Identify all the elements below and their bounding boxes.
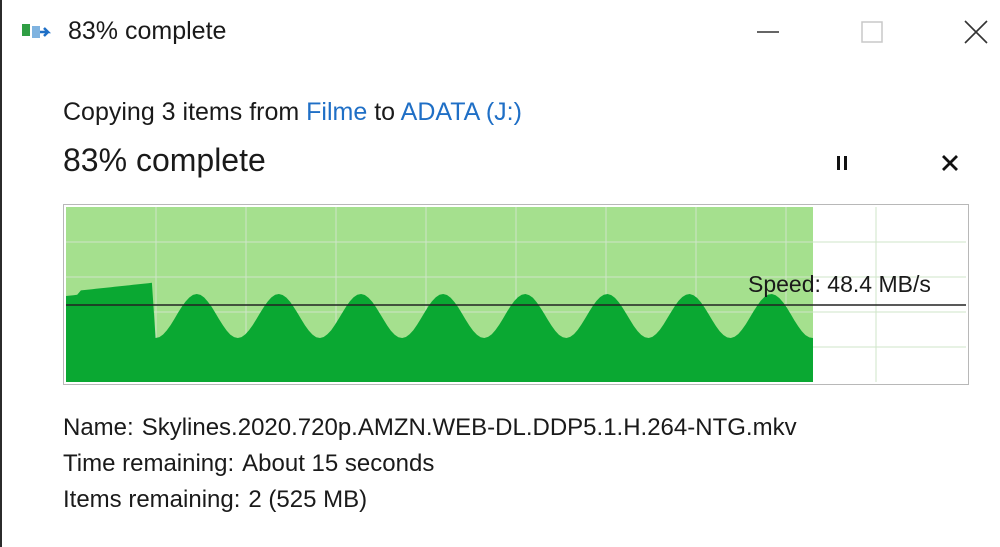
name-value: Skylines.2020.720p.AMZN.WEB-DL.DDP5.1.H.…	[141, 414, 797, 441]
source-folder-link[interactable]: Filme	[306, 98, 367, 126]
pause-button[interactable]	[822, 145, 862, 181]
minimize-button[interactable]	[738, 10, 798, 54]
items-label: Items remaining:	[63, 486, 241, 513]
close-button[interactable]	[946, 10, 1000, 54]
time-label: Time remaining:	[63, 450, 235, 477]
copy-middle: to	[374, 98, 396, 126]
detail-time-remaining: Time remaining: About 15 seconds	[63, 450, 434, 478]
time-value: About 15 seconds	[242, 450, 435, 477]
window-title: 83% complete	[68, 17, 227, 45]
items-value: 2 (525 MB)	[248, 486, 368, 513]
stop-button[interactable]	[930, 145, 970, 181]
pause-icon	[837, 156, 847, 170]
name-label: Name:	[63, 414, 134, 441]
maximize-button[interactable]	[842, 10, 902, 54]
progress-heading: 83% complete	[63, 142, 266, 178]
title-bar[interactable]: 83% complete	[0, 0, 1000, 62]
stop-icon	[942, 155, 958, 171]
close-icon	[964, 20, 988, 44]
detail-items-remaining: Items remaining: 2 (525 MB)	[63, 486, 367, 514]
copy-prefix: Copying 3 items from	[63, 98, 300, 126]
speed-label: Speed: 48.4 MB/s	[748, 271, 931, 297]
destination-drive-link[interactable]: ADATA (J:)	[401, 98, 522, 126]
copy-description: Copying 3 items from Filme to ADATA (J:)	[63, 98, 522, 127]
window-edge	[0, 0, 2, 547]
file-copy-icon	[20, 20, 52, 44]
maximize-icon	[861, 21, 883, 43]
detail-name: Name: Skylines.2020.720p.AMZN.WEB-DL.DDP5…	[63, 414, 797, 442]
